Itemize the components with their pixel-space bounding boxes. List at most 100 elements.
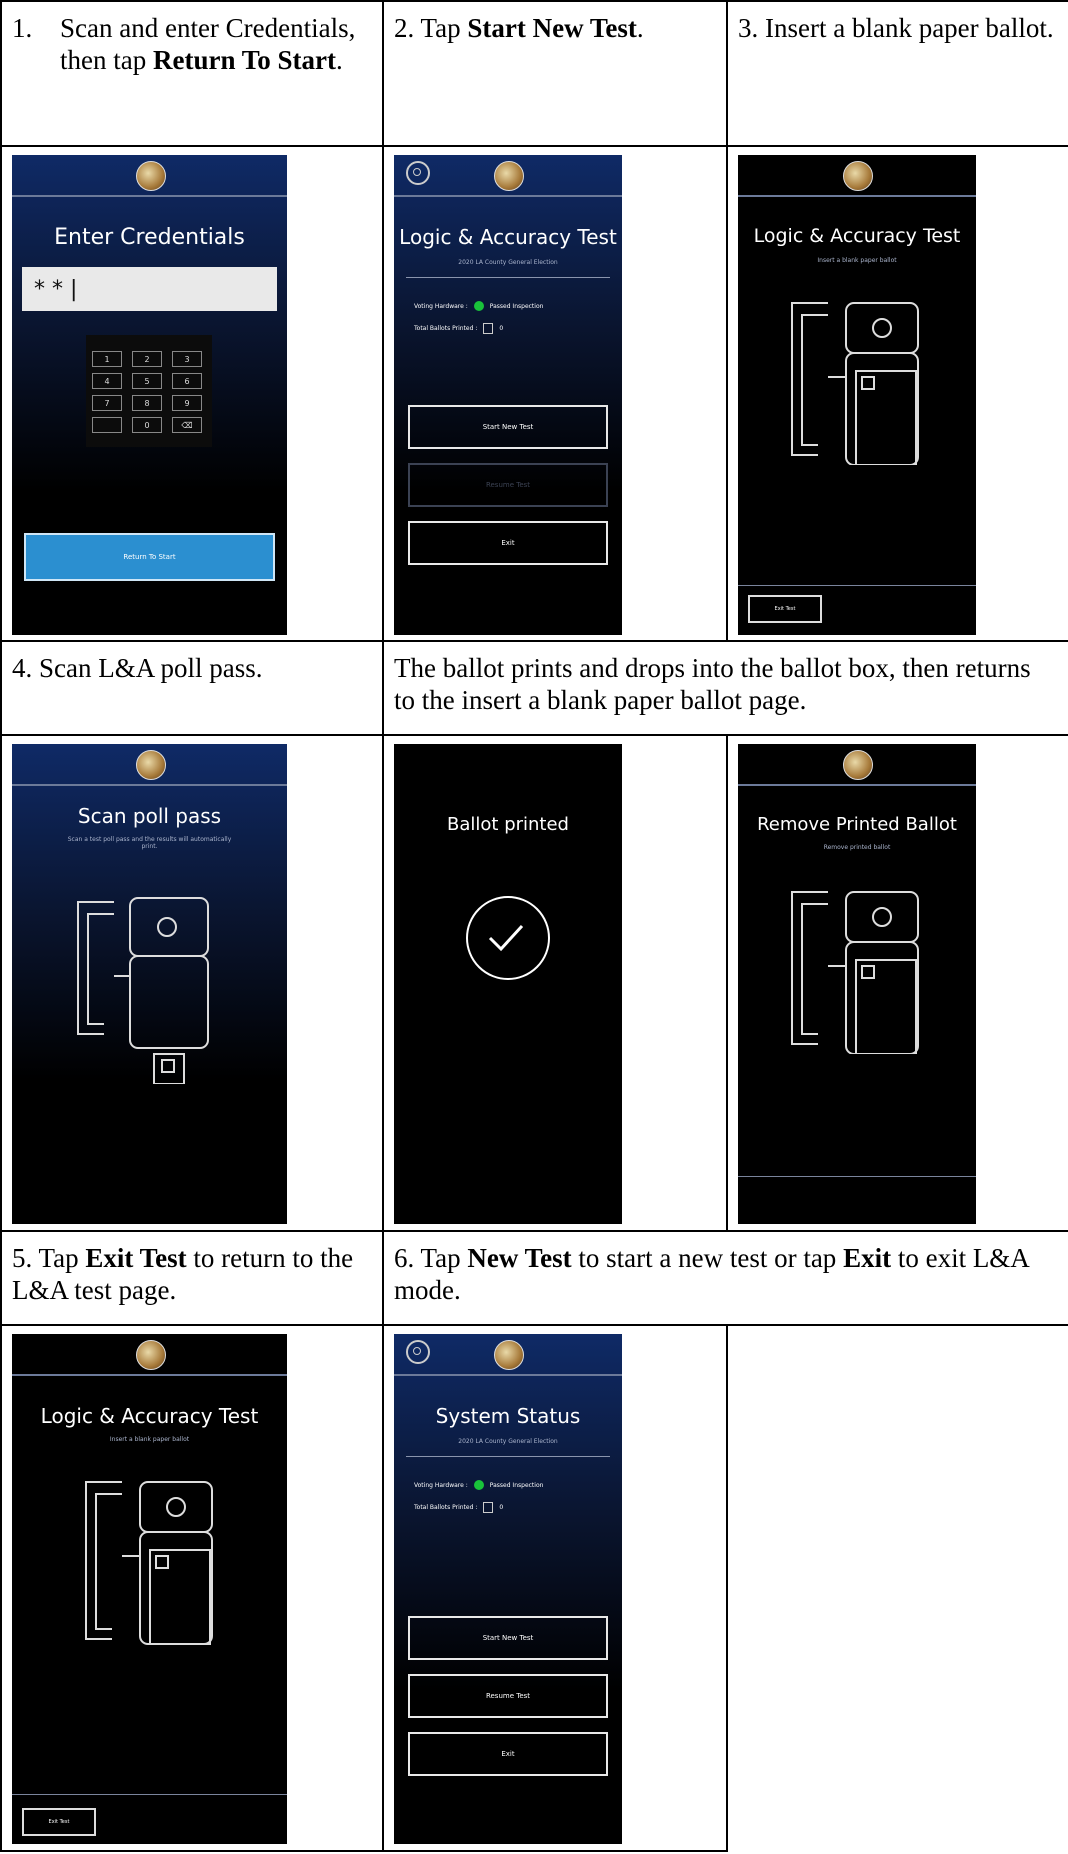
key-5[interactable]: 5 [132, 373, 162, 389]
start-new-test-button[interactable]: Start New Test [408, 1616, 608, 1660]
device-illustration-icon [77, 897, 209, 1084]
divider [406, 1456, 610, 1457]
key-8[interactable]: 8 [132, 395, 162, 411]
screen-subtitle: Insert a blank paper ballot [109, 1436, 190, 1443]
screen-header [738, 744, 976, 786]
credentials-screen: Enter Credentials * * | 1 2 3 4 5 6 7 8 … [12, 155, 287, 635]
scan-pass-screen: Scan poll pass Scan a test poll pass and… [12, 744, 287, 1224]
remove-ballot-screen: Remove Printed Ballot Remove printed bal… [738, 744, 976, 1224]
steps-table: 1. Scan and enter Credentials, then tap … [0, 0, 1068, 1852]
system-status-screen: System Status 2020 LA County General Ele… [394, 1334, 622, 1844]
screen-subtitle: Scan a test poll pass and the results wi… [67, 836, 232, 850]
settings-icon[interactable] [406, 161, 430, 185]
resume-test-button[interactable]: Resume Test [408, 463, 608, 507]
credentials-screen-cell: Enter Credentials * * | 1 2 3 4 5 6 7 8 … [0, 145, 384, 642]
scan-pass-screen-cell: Scan poll pass Scan a test poll pass and… [0, 734, 384, 1232]
step-6-text: 6. Tap [394, 1243, 468, 1273]
la-test-screen: Logic & Accuracy Test 2020 LA County Gen… [394, 155, 622, 635]
screen-title: Scan poll pass [77, 804, 222, 828]
step-6-cell: 6. Tap New Test to start a new test or t… [382, 1230, 1068, 1326]
step-1-bold: Return To Start [152, 45, 336, 75]
footer-divider [12, 1794, 287, 1795]
printed-screen-cell: Ballot printed [382, 734, 728, 1232]
step-5-cell: 5. Tap Exit Test to return to the L&A te… [0, 1230, 384, 1326]
device-illustration-icon [85, 1481, 213, 1645]
step-2-cell: 2. Tap Start New Test. [382, 0, 728, 147]
ballots-printed-status: Total Ballots Printed : 0 [414, 1502, 503, 1513]
empty-cell [726, 1324, 1068, 1851]
screen-header [12, 1334, 287, 1376]
exit-test-screen-cell: Logic & Accuracy Test Insert a blank pap… [0, 1324, 384, 1852]
hardware-label: Voting Hardware : [414, 302, 468, 310]
screen-title: System Status [435, 1404, 581, 1428]
step-2-end: . [636, 13, 644, 43]
step-5-text: 5. Tap [12, 1243, 86, 1273]
county-seal-icon [494, 161, 524, 191]
credentials-input[interactable]: * * | [22, 267, 277, 311]
device-illustration-icon [791, 302, 919, 465]
device-illustration-icon [791, 891, 919, 1054]
step-3-cell: 3. Insert a blank paper ballot. [726, 0, 1068, 147]
backspace-key-icon[interactable]: ⌫ [172, 417, 202, 433]
resume-test-button[interactable]: Resume Test [408, 1674, 608, 1718]
screen-header [394, 155, 622, 197]
hardware-status: Voting Hardware : Passed Inspection [414, 301, 543, 311]
screen-subtitle: 2020 LA County General Election [458, 1438, 558, 1445]
status-ok-icon [473, 301, 484, 311]
county-seal-icon [135, 1340, 166, 1370]
county-seal-icon [843, 750, 873, 780]
screen-title: Logic & Accuracy Test [753, 225, 961, 247]
insert-ballot-screen-cell: Logic & Accuracy Test Insert a blank pap… [726, 145, 1068, 642]
hardware-value: Passed Inspection [489, 1481, 544, 1489]
screen-header [394, 1334, 622, 1376]
screen-title: Logic & Accuracy Test [399, 225, 617, 249]
checkmark-icon [466, 896, 550, 980]
key-4[interactable]: 4 [92, 373, 122, 389]
settings-icon[interactable] [406, 1340, 430, 1364]
hardware-label: Voting Hardware : [414, 1481, 468, 1489]
step-6-mid: to start a new test or tap [571, 1243, 844, 1273]
exit-button[interactable]: Exit [408, 1732, 608, 1776]
hardware-value: Passed Inspection [489, 302, 544, 310]
key-7[interactable]: 7 [92, 395, 122, 411]
exit-test-button[interactable]: Exit Test [748, 595, 822, 623]
insert-ballot-screen: Logic & Accuracy Test Insert a blank pap… [738, 155, 976, 635]
county-seal-icon [135, 750, 166, 780]
key-3[interactable]: 3 [172, 351, 202, 367]
status-ok-icon [473, 1480, 484, 1490]
step-2-text: 2. Tap [394, 13, 468, 43]
step-6-bold-2: Exit [843, 1243, 892, 1273]
key-blank [92, 417, 122, 433]
key-0[interactable]: 0 [132, 417, 162, 433]
print-note-text: The ballot prints and drops into the bal… [394, 653, 1031, 715]
step-4-cell: 4. Scan L&A poll pass. [0, 640, 384, 736]
exit-button[interactable]: Exit [408, 521, 608, 565]
printed-screen: Ballot printed [394, 744, 622, 1224]
screen-title: Remove Printed Ballot [757, 814, 957, 835]
key-6[interactable]: 6 [172, 373, 202, 389]
start-new-test-button[interactable]: Start New Test [408, 405, 608, 449]
keypad: 1 2 3 4 5 6 7 8 9 0 ⌫ [86, 335, 212, 447]
step-number: 1. [12, 13, 33, 43]
step-1-end: . [336, 45, 343, 75]
screen-subtitle: 2020 LA County General Election [458, 259, 558, 266]
exit-test-screen: Logic & Accuracy Test Insert a blank pap… [12, 1334, 287, 1844]
step-6-bold: New Test [467, 1243, 572, 1273]
key-2[interactable]: 2 [132, 351, 162, 367]
exit-test-button[interactable]: Exit Test [22, 1808, 96, 1836]
step-5-bold: Exit Test [85, 1243, 187, 1273]
footer-divider [738, 585, 976, 586]
screen-title: Logic & Accuracy Test [40, 1404, 259, 1428]
step-3-text: 3. Insert a blank paper ballot. [738, 13, 1054, 43]
return-to-start-button[interactable]: Return To Start [24, 533, 275, 581]
printed-label: Total Ballots Printed : [414, 325, 478, 332]
printed-value: 0 [499, 325, 504, 332]
key-9[interactable]: 9 [172, 395, 202, 411]
system-status-screen-cell: System Status 2020 LA County General Ele… [382, 1324, 728, 1852]
printer-icon [483, 1502, 494, 1513]
county-seal-icon [135, 161, 166, 191]
printed-label: Total Ballots Printed : [414, 1504, 478, 1511]
la-test-screen-cell: Logic & Accuracy Test 2020 LA County Gen… [382, 145, 728, 642]
key-1[interactable]: 1 [92, 351, 122, 367]
screen-header [12, 155, 287, 197]
